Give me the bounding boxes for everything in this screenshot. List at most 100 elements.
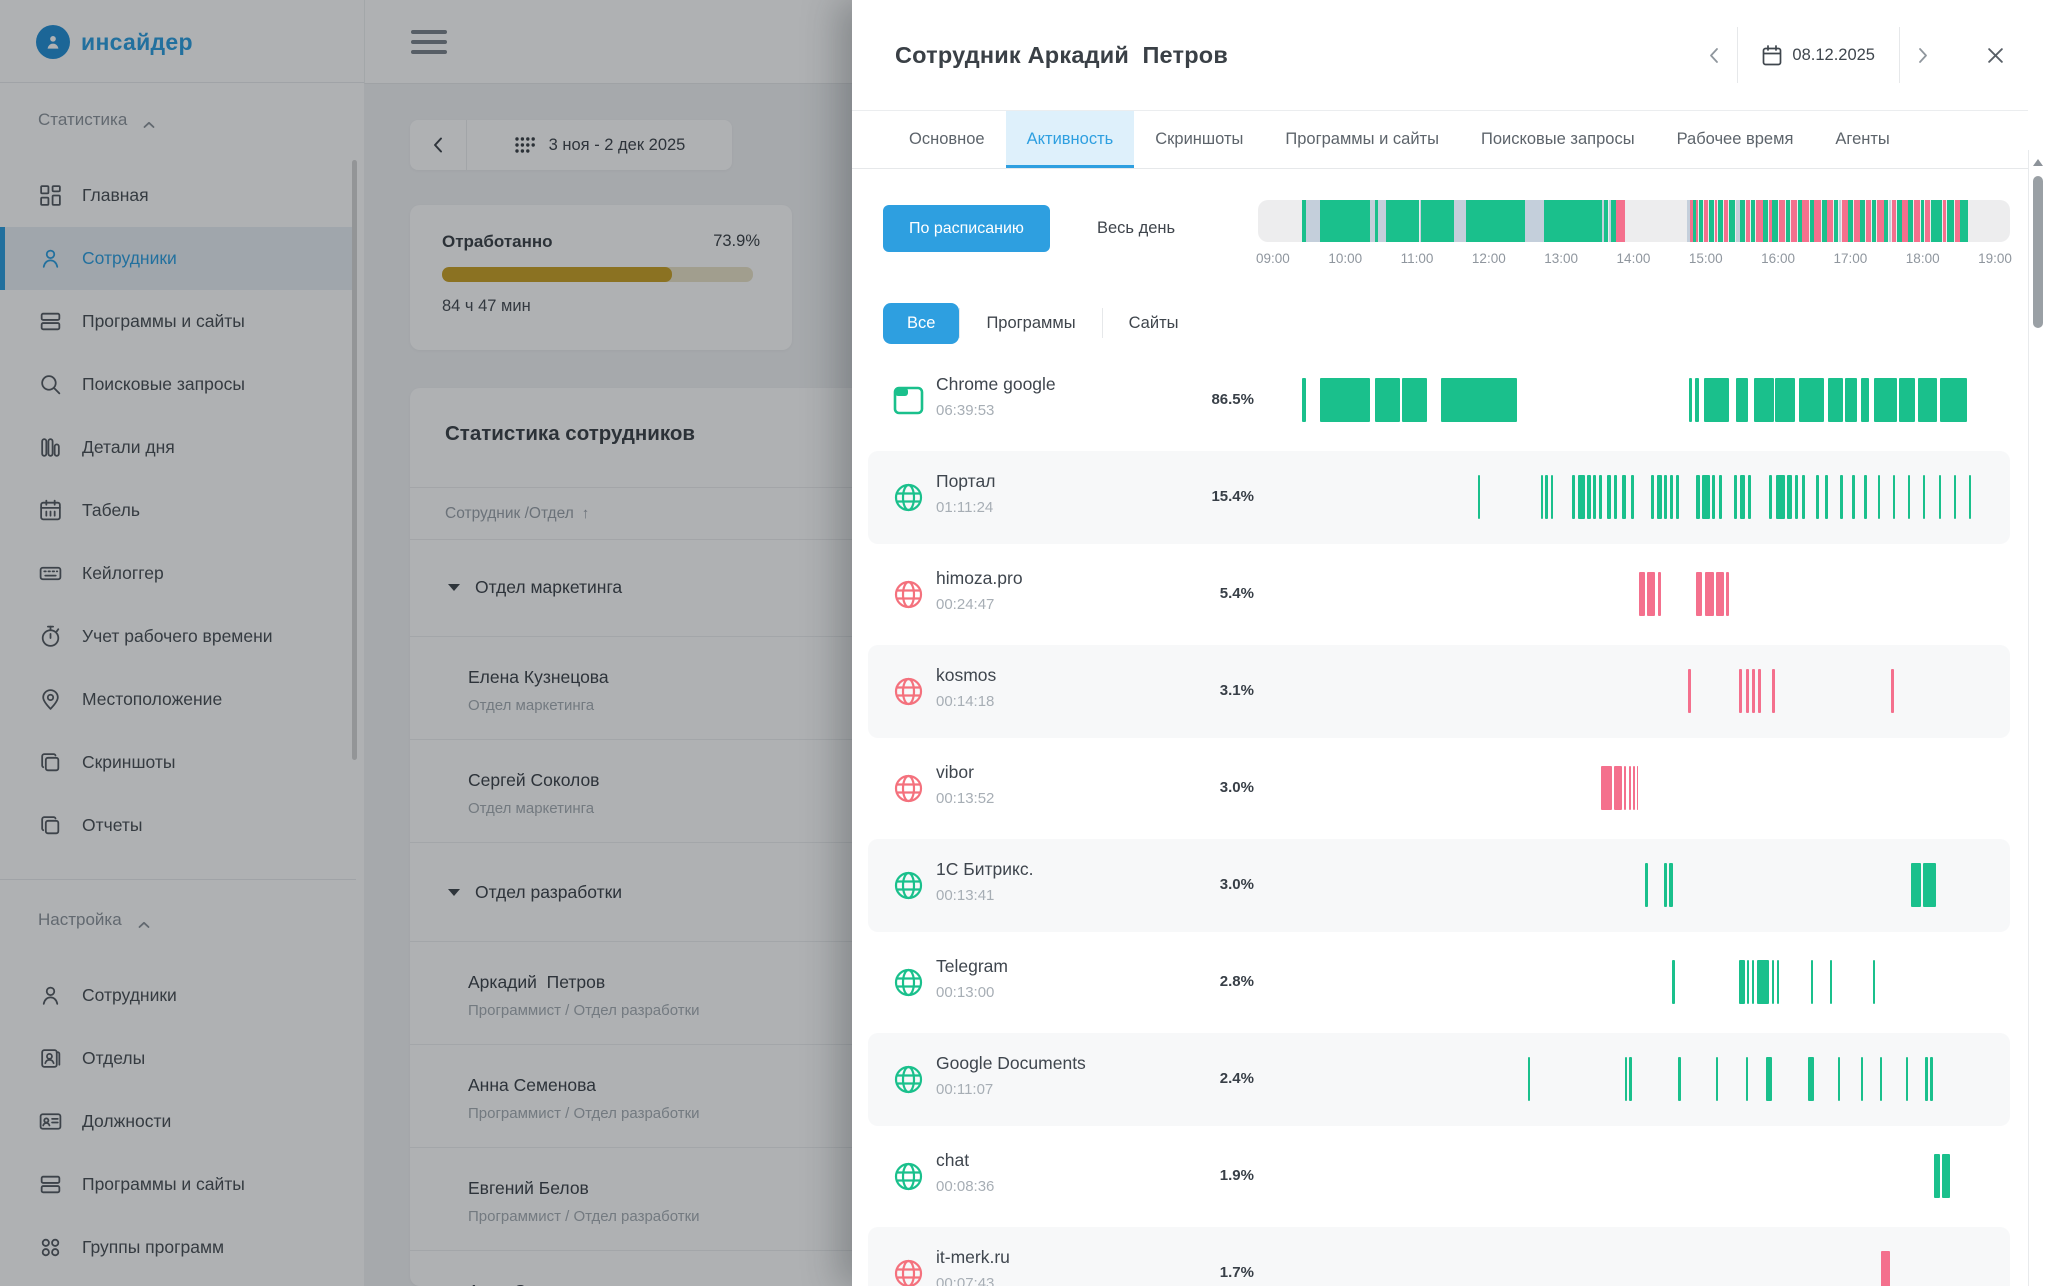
app-timeline-segment bbox=[1572, 475, 1575, 519]
timeline-segment bbox=[1616, 200, 1625, 242]
app-name: it-merk.ru bbox=[936, 1247, 1010, 1268]
app-usage-percent: 3.1% bbox=[1152, 682, 1254, 699]
drawer-tabs: ОсновноеАктивностьСкриншотыПрограммы и с… bbox=[852, 110, 2028, 169]
app-timeline-segment bbox=[1840, 475, 1843, 519]
app-timeline-segment bbox=[1776, 475, 1785, 519]
modal-overlay[interactable] bbox=[0, 0, 852, 1286]
tab-screenshots[interactable]: Скриншоты bbox=[1134, 111, 1264, 168]
timeline-segment bbox=[1802, 200, 1809, 242]
timeline-segment bbox=[1814, 200, 1821, 242]
app-usage-time: 00:13:52 bbox=[936, 790, 994, 807]
timeline-segment bbox=[1693, 200, 1695, 242]
timeline-segment bbox=[1690, 200, 1692, 242]
mode-whole-day-button[interactable]: Весь день bbox=[1097, 205, 1175, 252]
timeline-segment bbox=[1798, 200, 1802, 242]
globe-icon bbox=[893, 579, 924, 610]
next-day-button[interactable] bbox=[1900, 32, 1946, 78]
app-timeline-segment bbox=[1545, 475, 1548, 519]
app-activity-row[interactable]: 1С Битрикс.00:13:413.0% bbox=[852, 837, 2028, 934]
timeline-tick-label: 10:00 bbox=[1328, 251, 1362, 266]
app-usage-time: 00:24:47 bbox=[936, 596, 994, 613]
drawer-date-button[interactable]: 08.12.2025 bbox=[1738, 45, 1899, 66]
app-timeline-segment bbox=[1631, 475, 1634, 519]
app-timeline-segment bbox=[1622, 475, 1626, 519]
app-timeline-segment bbox=[1705, 572, 1714, 616]
timeline-tick-label: 09:00 bbox=[1256, 251, 1290, 266]
app-activity-row[interactable]: Портал01:11:2415.4% bbox=[852, 449, 2028, 546]
filter-all-button[interactable]: Все bbox=[883, 303, 959, 344]
globe-icon bbox=[893, 773, 924, 804]
scroll-up-arrow-icon[interactable] bbox=[2033, 159, 2043, 166]
app-timeline-segment bbox=[1625, 1057, 1627, 1101]
app-timeline-segment bbox=[1375, 378, 1400, 422]
tab-work-time[interactable]: Рабочее время bbox=[1656, 111, 1815, 168]
app-timeline-segment bbox=[1599, 475, 1602, 519]
app-timeline-segment bbox=[1777, 960, 1779, 1004]
app-timeline-segment bbox=[1528, 1057, 1530, 1101]
timeline-segment bbox=[1696, 200, 1698, 242]
drawer-scrollbar[interactable] bbox=[2028, 150, 2048, 1286]
app-timeline-segment bbox=[1934, 1154, 1940, 1198]
timeline-tick-label: 16:00 bbox=[1761, 251, 1795, 266]
globe-icon bbox=[893, 676, 924, 707]
timeline-segment bbox=[1860, 200, 1865, 242]
app-usage-timeline bbox=[1258, 1251, 2010, 1286]
app-usage-timeline bbox=[1258, 960, 2010, 1004]
tab-agents[interactable]: Агенты bbox=[1814, 111, 1910, 168]
app-name: Портал bbox=[936, 471, 995, 492]
timeline-segment bbox=[1544, 200, 1602, 242]
app-activity-row[interactable]: it-merk.ru00:07:431.7% bbox=[852, 1225, 2028, 1286]
app-usage-percent: 15.4% bbox=[1152, 488, 1254, 505]
app-name: himoza.pro bbox=[936, 568, 1023, 589]
app-timeline-segment bbox=[1664, 863, 1667, 907]
app-timeline-segment bbox=[1664, 475, 1667, 519]
timeline-segment bbox=[1925, 200, 1930, 242]
drawer-body: По расписанию Весь день 09:0010:0011:001… bbox=[852, 167, 2028, 1286]
filter-programs-button[interactable]: Программы bbox=[960, 303, 1101, 344]
app-activity-row[interactable]: Google Documents00:11:072.4% bbox=[852, 1031, 2028, 1128]
timeline-segment bbox=[1604, 200, 1609, 242]
app-activity-row[interactable]: himoza.pro00:24:475.4% bbox=[852, 546, 2028, 643]
app-timeline-segment bbox=[1719, 475, 1722, 519]
app-timeline-segment bbox=[1614, 766, 1622, 810]
timeline-segment bbox=[1947, 200, 1955, 242]
filter-sites-button[interactable]: Сайты bbox=[1103, 303, 1205, 344]
app-activity-row[interactable]: kosmos00:14:183.1% bbox=[852, 643, 2028, 740]
app-usage-time: 06:39:53 bbox=[936, 402, 994, 419]
timeline-segment bbox=[1791, 200, 1797, 242]
globe-icon bbox=[893, 967, 924, 998]
tab-programs-sites[interactable]: Программы и сайты bbox=[1264, 111, 1460, 168]
app-timeline-segment bbox=[1696, 572, 1702, 616]
app-usage-percent: 2.8% bbox=[1152, 973, 1254, 990]
app-activity-row[interactable]: vibor00:13:523.0% bbox=[852, 740, 2028, 837]
app-activity-row[interactable]: Telegram00:13:002.8% bbox=[852, 934, 2028, 1031]
close-drawer-button[interactable] bbox=[1972, 32, 2018, 78]
app-timeline-segment bbox=[1624, 766, 1626, 810]
timeline-segment bbox=[1525, 200, 1544, 242]
tab-main[interactable]: Основное bbox=[888, 111, 1006, 168]
app-activity-row[interactable]: chat00:08:361.9% bbox=[852, 1128, 2028, 1225]
drawer-date-label: 08.12.2025 bbox=[1792, 46, 1875, 65]
day-activity-timeline[interactable] bbox=[1258, 200, 2010, 242]
tab-activity[interactable]: Активность bbox=[1006, 111, 1135, 168]
timeline-segment bbox=[1740, 200, 1745, 242]
timeline-segment bbox=[1848, 200, 1853, 242]
timeline-segment bbox=[1842, 200, 1848, 242]
app-timeline-segment bbox=[1893, 475, 1896, 519]
app-usage-time: 00:13:00 bbox=[936, 984, 994, 1001]
mode-by-schedule-button[interactable]: По расписанию bbox=[883, 205, 1050, 252]
app-activity-list: Chrome google06:39:5386.5%Портал01:11:24… bbox=[852, 352, 2028, 1286]
scrollbar-thumb[interactable] bbox=[2033, 176, 2043, 328]
app-timeline-segment bbox=[1629, 766, 1631, 810]
app-usage-percent: 1.7% bbox=[1152, 1264, 1254, 1281]
timeline-tick-label: 13:00 bbox=[1544, 251, 1578, 266]
app-timeline-segment bbox=[1925, 1057, 1928, 1101]
app-activity-row[interactable]: Chrome google06:39:5386.5% bbox=[852, 352, 2028, 449]
app-timeline-segment bbox=[1891, 669, 1894, 713]
timeline-segment bbox=[1884, 200, 1888, 242]
globe-icon bbox=[893, 482, 924, 513]
tab-search-queries[interactable]: Поисковые запросы bbox=[1460, 111, 1656, 168]
prev-day-button[interactable] bbox=[1691, 32, 1737, 78]
timeline-segment bbox=[1810, 200, 1814, 242]
app-usage-percent: 3.0% bbox=[1152, 876, 1254, 893]
